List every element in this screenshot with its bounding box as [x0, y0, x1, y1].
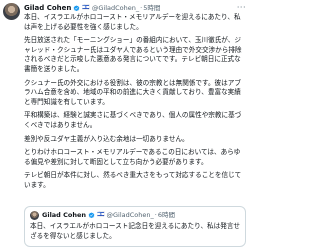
tweet-paragraph: クシュナー氏の外交における役割は、彼の宗教とは無関係です。彼はアブラハム合意を含…	[24, 78, 241, 106]
tweet-paragraph: 本日、イスラエルがホロコースト・メモリアルデーを迎えるにあたり、私は声を上げる必…	[24, 13, 241, 31]
quoted-author-name: Gilad Cohen	[42, 211, 86, 219]
verified-badge-icon	[88, 211, 95, 218]
quoted-tweet-header: Gilad Cohen 🇮🇱 @GiladCohen_ · 6時間	[30, 210, 240, 220]
quoted-tweet[interactable]: Gilad Cohen 🇮🇱 @GiladCohen_ · 6時間 本日、イスラ…	[24, 206, 246, 247]
tweet-paragraph: 先日放送された「モーニングショー」の番組内において、玉川徹氏が、ジャレッド・クシ…	[24, 36, 242, 73]
separator-dot: ·	[154, 211, 157, 219]
quoted-tweet-text: 本日、イスラエルがホロコースト記念日を迎えるにあたり、私は発言せざるを得ないと感…	[30, 222, 241, 240]
author-avatar[interactable]	[3, 3, 20, 20]
tweet-paragraph: 平和構築は、経験と誠実さに基づくべきであり、個人の属性や宗教に基づくべきではあり…	[24, 111, 242, 129]
israel-flag-icon: 🇮🇱	[97, 211, 105, 218]
tweet-paragraph: テレビ朝日が本件に対し、然るべき重大さをもって対応することを信じています。	[24, 171, 242, 189]
tweet[interactable]: Gilad Cohen 🇮🇱 @GiladCohen_ · 5時間 ··· 本日…	[0, 0, 250, 248]
tweet-paragraph: 差別や反ユダヤ主義が入り込む余地は一切ありません。	[24, 134, 189, 143]
quoted-author-avatar	[30, 210, 39, 220]
quoted-post-time: 6時間	[157, 211, 175, 219]
tweet-body: 本日、イスラエルがホロコースト・メモリアルデーを迎えるにあたり、私は声を上げる必…	[24, 13, 246, 195]
tweet-paragraph: とりわけホロコースト・メモリアルデーであるこの日においては、あらゆる偏見や差別に…	[24, 148, 241, 166]
quoted-author-handle: @GiladCohen_	[106, 211, 154, 219]
verified-badge-icon	[74, 4, 80, 11]
